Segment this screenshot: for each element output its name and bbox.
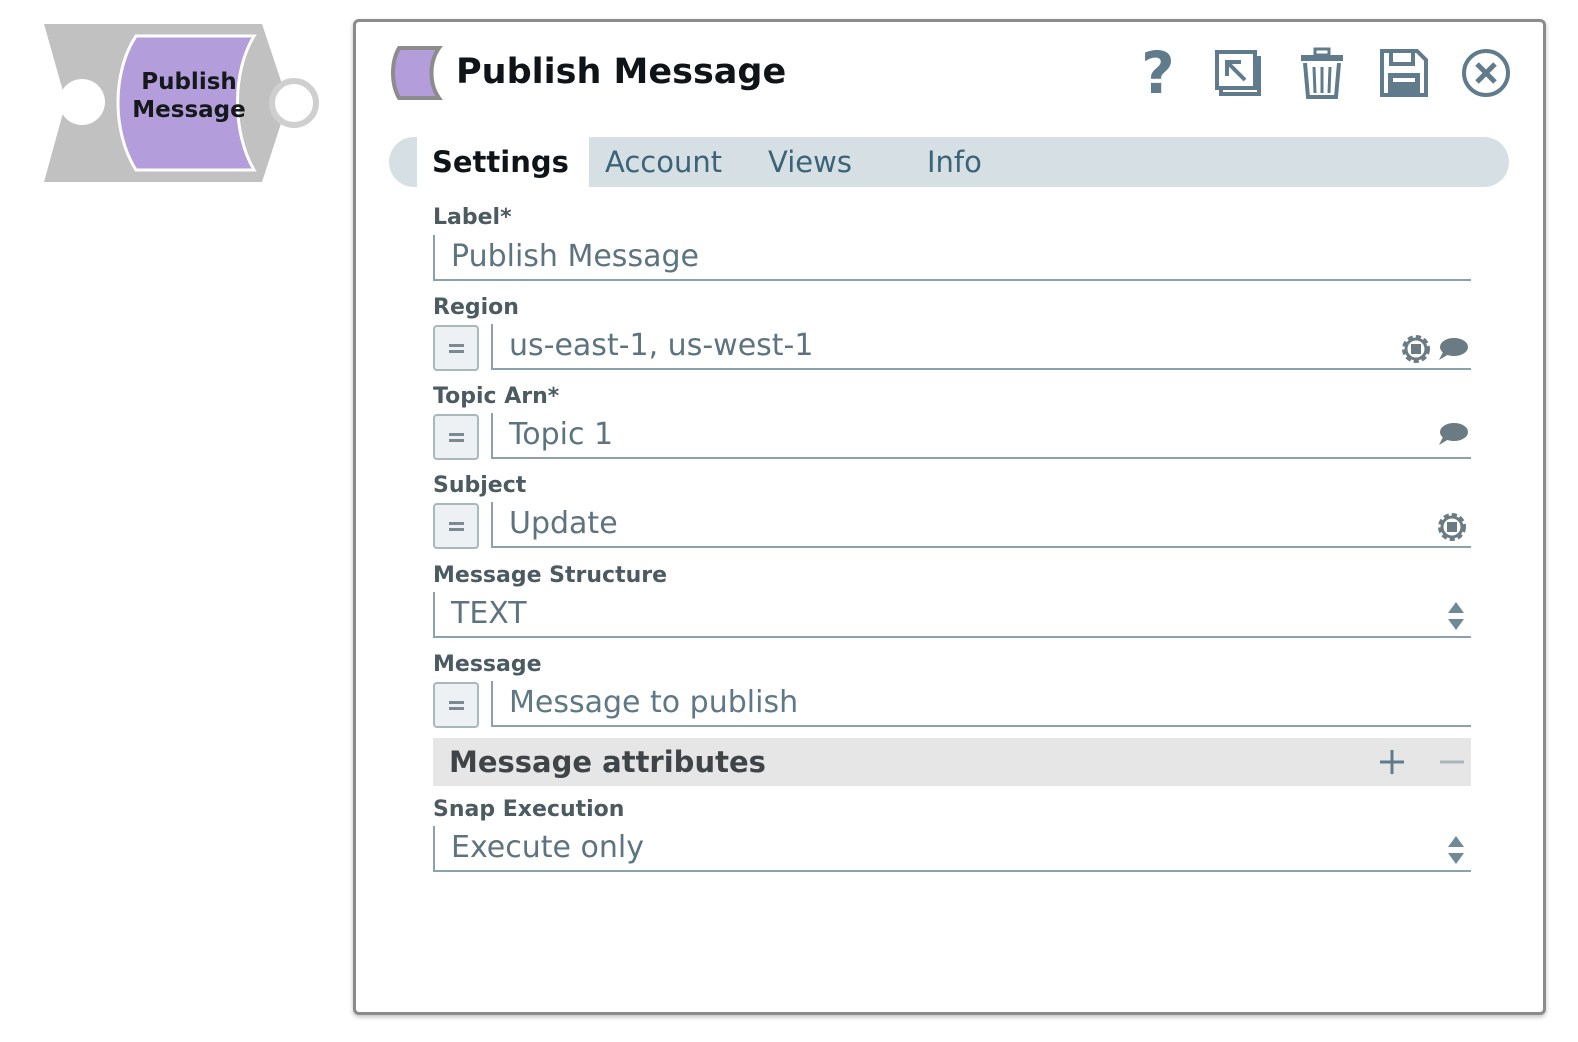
topic-arn-field-label: Topic Arn*	[433, 384, 560, 409]
subject-field-icons	[1431, 510, 1469, 544]
dialog-header: Publish Message ?	[356, 22, 1543, 132]
remove-attribute-minus-icon[interactable]	[1437, 747, 1467, 777]
dialog-title: Publish Message	[456, 52, 787, 92]
message-expression-toggle[interactable]	[433, 682, 479, 728]
help-button[interactable]: ?	[1129, 44, 1187, 102]
topic-arn-field-icons	[1433, 421, 1469, 447]
tab-account[interactable]: Account	[605, 137, 722, 187]
label-input[interactable]: Publish Message	[433, 235, 1471, 281]
suggest-gear-icon[interactable]	[1435, 510, 1469, 544]
save-icon	[1380, 49, 1428, 97]
label-field-label: Label*	[433, 205, 512, 230]
subject-expression-toggle[interactable]	[433, 503, 479, 549]
region-field-label: Region	[433, 295, 519, 320]
export-button[interactable]	[1211, 44, 1269, 102]
message-input[interactable]: Message to publish	[491, 681, 1471, 727]
topic-arn-input[interactable]: Topic 1	[491, 413, 1471, 459]
label-input-value: Publish Message	[451, 239, 699, 274]
tab-info[interactable]: Info	[927, 137, 982, 187]
close-button[interactable]	[1457, 44, 1515, 102]
comment-bubble-icon[interactable]	[1437, 421, 1469, 447]
message-attributes-title: Message attributes	[449, 745, 766, 779]
delete-button[interactable]	[1293, 44, 1351, 102]
add-attribute-plus-icon[interactable]	[1377, 747, 1407, 777]
export-icon	[1215, 50, 1261, 96]
dialog-toolbar: ?	[1105, 44, 1515, 102]
select-spinner-icon	[1448, 602, 1464, 630]
message-field-label: Message	[433, 652, 542, 677]
save-button[interactable]	[1375, 44, 1433, 102]
region-field-icons	[1395, 332, 1469, 366]
region-input-value: us-east-1, us-west-1	[509, 328, 814, 363]
subject-input-value: Update	[509, 506, 618, 541]
snap-execution-select[interactable]: Execute only	[433, 826, 1471, 872]
message-structure-field-label: Message Structure	[433, 563, 668, 588]
snap-node-label: Publish Message	[128, 68, 250, 124]
region-expression-toggle[interactable]	[433, 325, 479, 371]
suggest-gear-icon[interactable]	[1399, 332, 1433, 366]
help-icon: ?	[1141, 39, 1175, 107]
subject-input[interactable]: Update	[491, 502, 1471, 548]
message-attributes-section: Message attributes	[433, 738, 1471, 786]
topic-arn-input-value: Topic 1	[509, 417, 614, 452]
snap-settings-dialog: Publish Message ? Settings Account Views…	[353, 19, 1546, 1015]
message-input-placeholder: Message to publish	[509, 685, 799, 720]
snap-node-publish-message[interactable]: Publish Message	[40, 20, 330, 190]
trash-icon	[1301, 47, 1343, 99]
snap-execution-value: Execute only	[451, 830, 644, 865]
snap-type-icon	[391, 46, 443, 100]
region-input[interactable]: us-east-1, us-west-1	[491, 324, 1471, 370]
snap-node-label-line-2: Message	[132, 97, 246, 123]
tab-bar: Settings Account Views Info	[389, 137, 1509, 187]
comment-bubble-icon[interactable]	[1437, 336, 1469, 362]
message-structure-select[interactable]: TEXT	[433, 592, 1471, 638]
snap-execution-field-label: Snap Execution	[433, 797, 625, 822]
snap-node-label-line-1: Publish	[141, 69, 237, 95]
subject-field-label: Subject	[433, 473, 527, 498]
topic-arn-expression-toggle[interactable]	[433, 414, 479, 460]
tab-settings[interactable]: Settings	[432, 137, 569, 187]
close-circle-icon	[1462, 49, 1510, 97]
message-structure-value: TEXT	[451, 596, 527, 631]
tab-views[interactable]: Views	[768, 137, 852, 187]
select-spinner-icon	[1448, 836, 1464, 864]
